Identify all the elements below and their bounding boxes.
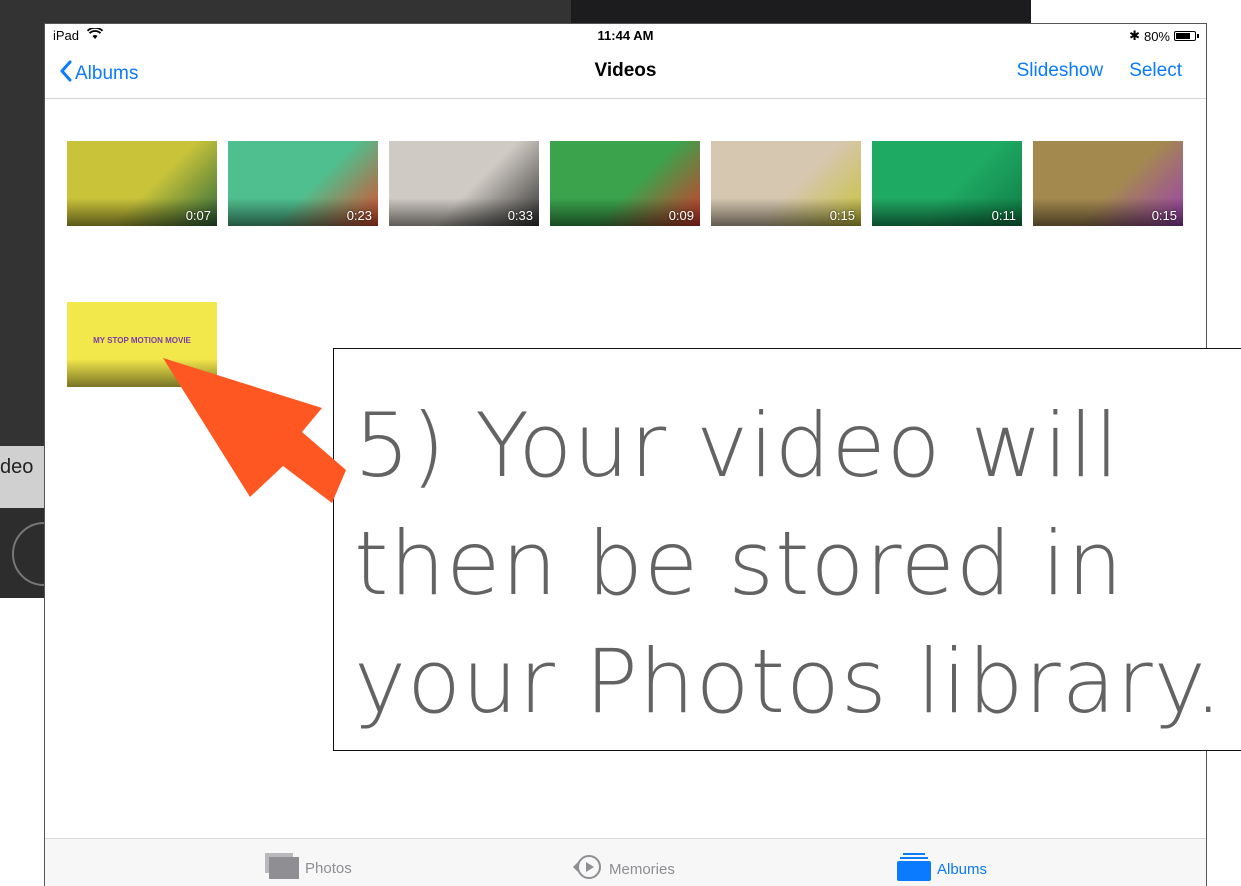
video-thumbnail[interactable]: 0:23 [228, 141, 378, 226]
status-right: ✱ 80% [1129, 28, 1199, 44]
video-thumbnail[interactable]: 0:07 [67, 141, 217, 226]
tab-memories-label: Memories [609, 860, 675, 878]
status-time: 11:44 AM [597, 28, 654, 43]
status-bar: iPad 11:44 AM ✱ 80% [45, 24, 1206, 46]
video-duration: 0:11 [991, 208, 1016, 223]
battery-tip [1197, 34, 1199, 38]
stop-motion-movie-thumbnail[interactable]: MY STOP MOTION MOVIE [67, 302, 217, 387]
video-duration: 0:33 [507, 208, 533, 223]
battery-fill [1176, 33, 1190, 39]
battery-percent: 80% [1143, 28, 1170, 44]
video-thumbnail[interactable]: 0:15 [711, 141, 861, 226]
battery-icon [1174, 31, 1199, 41]
video-duration: 0:23 [346, 208, 372, 223]
memories-icon [571, 853, 603, 885]
photos-icon [265, 853, 299, 883]
background-partial-text: deo [0, 456, 34, 478]
movie-title: MY STOP MOTION MOVIE [93, 336, 191, 345]
video-duration: 0:15 [1151, 208, 1177, 223]
instruction-text: 5) Your video will then be stored in you… [354, 394, 1224, 733]
video-duration: 0:07 [185, 208, 211, 223]
tab-albums[interactable]: Albums [897, 853, 987, 885]
video-grid: 0:07 0:23 0:33 0:09 0:15 0:11 0:15 [67, 141, 1187, 227]
slideshow-button[interactable]: Slideshow [1017, 60, 1104, 82]
albums-icon [897, 853, 931, 885]
tab-memories[interactable]: Memories [571, 853, 675, 885]
tab-photos[interactable]: Photos [265, 853, 352, 883]
select-button[interactable]: Select [1129, 60, 1182, 82]
video-duration: 0:09 [668, 208, 694, 223]
nav-actions: Slideshow Select [1017, 60, 1182, 82]
thumbnail-shade [67, 359, 217, 387]
navigation-bar: Albums Videos Slideshow Select [45, 46, 1206, 99]
video-thumbnail[interactable]: 0:11 [872, 141, 1022, 226]
tab-albums-label: Albums [937, 860, 988, 878]
bluetooth-icon: ✱ [1129, 28, 1140, 43]
tab-photos-label: Photos [305, 859, 352, 877]
video-thumbnail[interactable]: 0:15 [1033, 141, 1183, 226]
background-top-bar [571, 0, 1031, 24]
instruction-callout: 5) Your video will then be stored in you… [333, 348, 1241, 751]
video-thumbnail[interactable]: 0:33 [389, 141, 539, 226]
video-thumbnail[interactable]: 0:09 [550, 141, 700, 226]
video-duration: 0:15 [829, 208, 855, 223]
tab-bar: Photos Memories Albums [45, 838, 1206, 886]
